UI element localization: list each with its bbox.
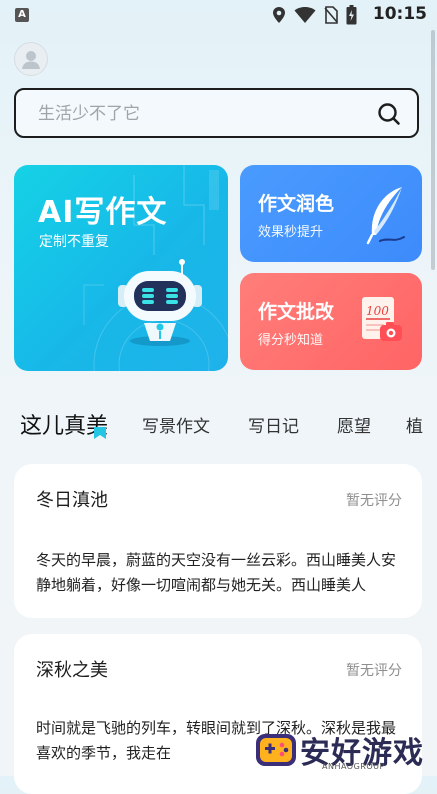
graded-paper-icon: 100: [360, 295, 404, 349]
polish-subtitle: 效果秒提升: [258, 225, 324, 240]
no-sim-icon: [324, 6, 338, 28]
essay-rating: 暂无评分: [346, 493, 402, 509]
battery-icon: [346, 5, 357, 29]
status-icons: [272, 5, 357, 29]
gamepad-icon: [256, 734, 296, 766]
location-icon: [272, 6, 286, 28]
ai-writing-card[interactable]: AI写作文 定制不重复: [14, 165, 228, 371]
search-input[interactable]: [36, 100, 360, 128]
grading-card[interactable]: 作文批改 得分秒知道 100: [240, 273, 422, 370]
essay-rating: 暂无评分: [346, 663, 402, 679]
search-icon[interactable]: [377, 102, 401, 130]
tab-yuan-wang[interactable]: 愿望: [337, 412, 371, 437]
active-tab-indicator: [94, 426, 108, 445]
scrollbar[interactable]: [431, 30, 435, 270]
polish-title: 作文润色: [258, 193, 335, 215]
quill-icon: [362, 185, 408, 249]
tab-xie-jing-zuo-wen[interactable]: 写景作文: [142, 412, 210, 437]
essay-excerpt: 冬天的早晨，蔚蓝的天空没有一丝云彩。西山睡美人安静地躺着，好像一切喧闹都与她无关…: [36, 551, 397, 594]
grading-subtitle: 得分秒知道: [258, 333, 324, 348]
essay-card[interactable]: 冬日滇池 暂无评分 冬天的早晨，蔚蓝的天空没有一丝云彩。西山睡美人安静地躺着，好…: [14, 464, 422, 618]
notification-badge: A: [15, 8, 29, 22]
search-bar[interactable]: [14, 88, 419, 138]
essay-title: 深秋之美: [36, 660, 108, 681]
watermark-logo: 安好游戏 ANHAOGROUP: [252, 724, 437, 776]
status-time: 10:15: [372, 4, 427, 24]
ai-writing-title: AI写作文: [38, 195, 168, 230]
polish-card[interactable]: 作文润色 效果秒提升: [240, 165, 422, 262]
tab-zhi[interactable]: 植: [406, 412, 423, 437]
user-icon: [22, 51, 40, 69]
avatar[interactable]: [14, 42, 48, 76]
tab-xie-ri-ji[interactable]: 写日记: [248, 412, 299, 437]
category-tabs: 这儿真美 写景作文 写日记 愿望 植: [0, 400, 437, 444]
wifi-icon: [294, 6, 316, 28]
status-bar: A 10:15: [0, 0, 437, 30]
grading-title: 作文批改: [258, 301, 335, 323]
essay-title: 冬日滇池: [36, 490, 108, 511]
ai-writing-subtitle: 定制不重复: [39, 234, 109, 250]
paper-score: 100: [366, 304, 389, 318]
robot-icon: [110, 257, 210, 351]
watermark-subtext: ANHAOGROUP: [322, 762, 385, 771]
